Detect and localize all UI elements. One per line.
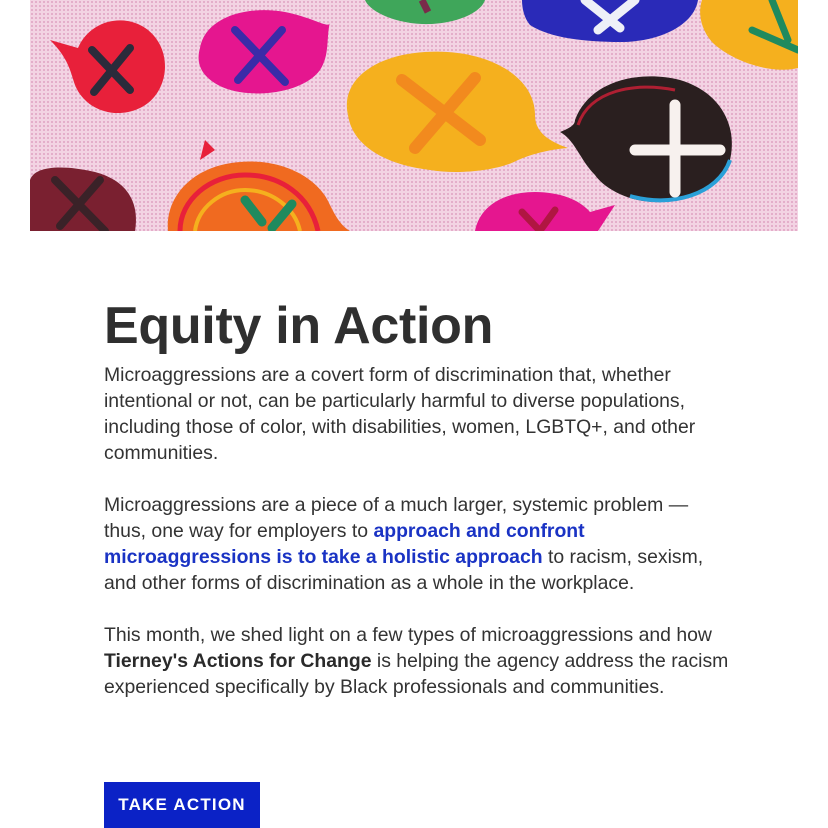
actions-for-change-name: Tierney's Actions for Change — [104, 650, 372, 672]
speech-bubbles-illustration — [30, 0, 798, 231]
take-action-button[interactable]: TAKE ACTION — [104, 782, 260, 828]
article-body: Equity in Action Microaggressions are a … — [104, 294, 734, 700]
paragraph-text: This month, we shed light on a few types… — [104, 624, 712, 646]
page-title: Equity in Action — [104, 297, 494, 355]
third-paragraph: This month, we shed light on a few types… — [104, 622, 734, 700]
hero-illustration — [30, 0, 798, 231]
second-paragraph: Microaggressions are a piece of a much l… — [104, 492, 734, 596]
intro-paragraph: Microaggressions are a covert form of di… — [104, 364, 696, 464]
